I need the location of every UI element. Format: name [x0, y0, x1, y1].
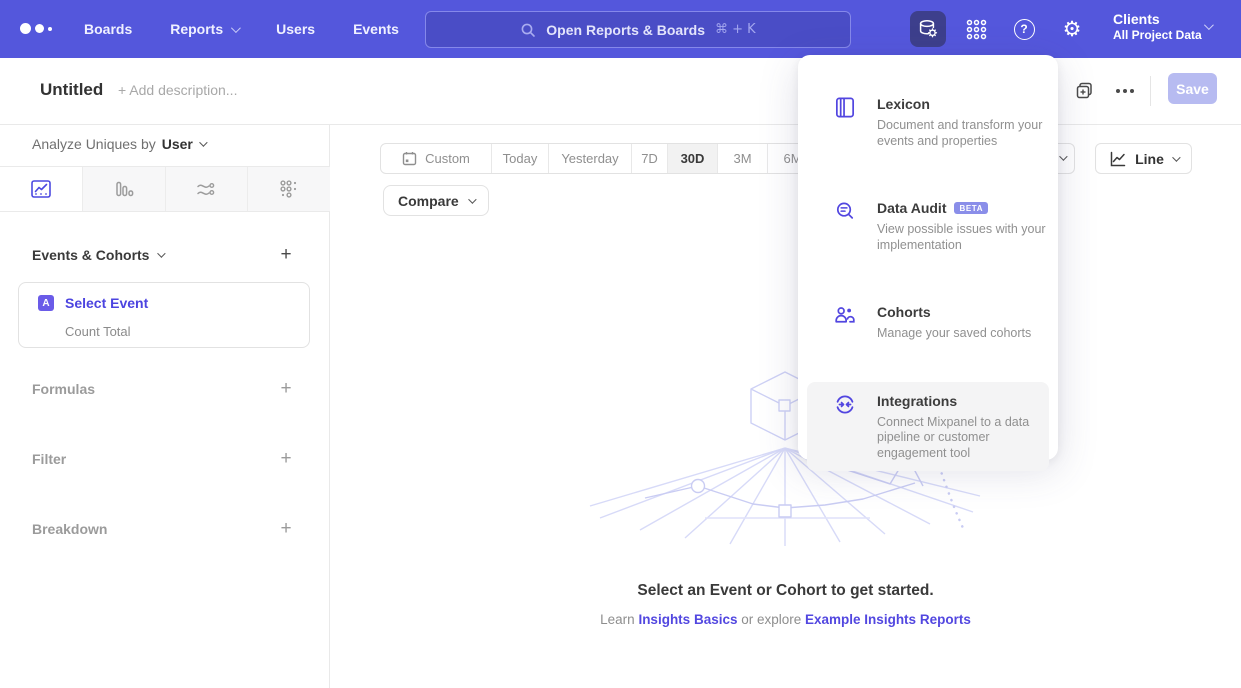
more-options-button[interactable]: [1110, 78, 1140, 104]
analyze-entity-dropdown[interactable]: User: [162, 136, 205, 152]
calendar-icon: [402, 151, 417, 166]
chevron-down-icon: [231, 23, 241, 33]
insights-basics-link[interactable]: Insights Basics: [638, 612, 737, 627]
search-icon: [520, 22, 536, 38]
events-cohorts-header[interactable]: Events & Cohorts: [32, 247, 163, 263]
analyze-uniques-row: Analyze Uniques by User: [32, 136, 205, 152]
report-title[interactable]: Untitled: [40, 80, 103, 100]
chevron-down-icon: [1059, 152, 1067, 160]
menu-item-data-audit[interactable]: Data AuditBETA View possible issues with…: [807, 189, 1049, 263]
cohorts-people-icon: [833, 303, 857, 327]
settings-button[interactable]: [1054, 11, 1090, 47]
menu-item-description: Connect Mixpanel to a data pipeline or c…: [877, 415, 1055, 462]
menu-item-title: Data Audit: [877, 200, 946, 216]
chart-style-dropdown[interactable]: Line: [1095, 143, 1192, 174]
duplicate-report-button[interactable]: [1072, 78, 1098, 104]
bar-chart-icon: [113, 178, 135, 200]
analyze-label: Analyze Uniques by: [32, 136, 156, 152]
apps-grid-button[interactable]: [958, 11, 994, 47]
add-event-button[interactable]: [276, 245, 296, 265]
add-formula-button[interactable]: [276, 379, 296, 399]
search-input[interactable]: Open Reports & Boards ⌘ + K: [425, 11, 851, 48]
date-range-picker: Custom Today Yesterday 7D 30D 3M 6M: [380, 143, 818, 174]
more-options-icon: [1116, 89, 1120, 93]
line-chart-style-icon: [1109, 150, 1127, 168]
data-management-button[interactable]: [910, 11, 946, 47]
chevron-down-icon: [199, 138, 207, 146]
header-divider: [1150, 76, 1151, 106]
data-management-menu: Lexicon Document and transform your even…: [798, 55, 1058, 460]
duplicate-icon: [1075, 81, 1095, 101]
tab-metrics[interactable]: [248, 167, 330, 211]
menu-item-description: Manage your saved cohorts: [877, 326, 1055, 342]
compare-dropdown[interactable]: Compare: [383, 185, 489, 216]
menu-item-description: Document and transform your events and p…: [877, 118, 1055, 149]
menu-item-lexicon[interactable]: Lexicon Document and transform your even…: [807, 85, 1049, 159]
menu-item-title: Integrations: [877, 393, 957, 409]
tab-bar-chart[interactable]: [83, 167, 166, 211]
lexicon-book-icon: [833, 95, 857, 119]
mixpanel-logo-icon[interactable]: [20, 23, 52, 34]
add-breakdown-button[interactable]: [276, 519, 296, 539]
flow-chart-icon: [195, 178, 217, 200]
menu-item-title: Cohorts: [877, 304, 931, 320]
range-7d[interactable]: 7D: [631, 144, 667, 173]
help-icon: [1014, 19, 1035, 40]
settings-gear-icon: [1063, 19, 1082, 40]
search-shortcut: ⌘ + K: [715, 22, 756, 37]
report-description-placeholder[interactable]: + Add description...: [118, 82, 237, 98]
range-3m[interactable]: 3M: [717, 144, 767, 173]
org-name: Clients: [1113, 11, 1202, 28]
nav-item-boards[interactable]: Boards: [84, 21, 132, 37]
chevron-down-icon: [158, 249, 166, 257]
beta-badge: BETA: [954, 202, 988, 214]
chart-type-tabs: [0, 166, 330, 212]
data-management-icon: [917, 18, 939, 40]
help-button[interactable]: [1006, 11, 1042, 47]
tab-line-chart[interactable]: [0, 167, 83, 211]
range-yesterday[interactable]: Yesterday: [548, 144, 631, 173]
event-select-label[interactable]: Select Event: [65, 295, 148, 311]
data-audit-icon: [833, 199, 857, 223]
integrations-sync-icon: [833, 392, 857, 416]
query-sidebar: Analyze Uniques by User: [0, 125, 330, 688]
line-chart-icon: [30, 178, 52, 200]
menu-item-description: View possible issues with your implement…: [877, 222, 1055, 253]
project-switcher[interactable]: Clients All Project Data: [1113, 11, 1202, 43]
tab-flow-chart[interactable]: [166, 167, 249, 211]
nav-item-users[interactable]: Users: [276, 21, 315, 37]
example-reports-link[interactable]: Example Insights Reports: [805, 612, 971, 627]
empty-state-title: Select an Event or Cohort to get started…: [330, 582, 1241, 600]
empty-state-middle: or explore: [737, 612, 805, 627]
menu-item-title: Lexicon: [877, 96, 930, 112]
empty-state-prefix: Learn: [600, 612, 638, 627]
nav-item-events[interactable]: Events: [353, 21, 399, 37]
chevron-down-icon: [468, 195, 476, 203]
top-nav: Boards Reports Users Events Open Reports…: [0, 0, 1241, 58]
project-name: All Project Data: [1113, 28, 1202, 43]
event-count-type[interactable]: Count Total: [65, 324, 131, 339]
menu-item-cohorts[interactable]: Cohorts Manage your saved cohorts: [807, 293, 1049, 352]
range-30d[interactable]: 30D: [667, 144, 717, 173]
search-placeholder: Open Reports & Boards: [546, 22, 705, 38]
range-today[interactable]: Today: [491, 144, 548, 173]
chevron-down-icon: [1172, 153, 1180, 161]
event-badge: A: [38, 295, 54, 311]
event-card[interactable]: A Select Event Count Total: [18, 282, 310, 348]
filter-section-label: Filter: [32, 451, 66, 467]
primary-nav: Boards Reports Users Events: [84, 0, 399, 58]
add-filter-button[interactable]: [276, 449, 296, 469]
formulas-section-label: Formulas: [32, 381, 95, 397]
apps-grid-icon: [966, 19, 987, 40]
menu-item-integrations[interactable]: Integrations Connect Mixpanel to a data …: [807, 382, 1049, 472]
save-button[interactable]: Save: [1168, 73, 1217, 104]
nav-item-reports[interactable]: Reports: [170, 21, 238, 37]
range-custom[interactable]: Custom: [381, 144, 491, 173]
breakdown-section-label: Breakdown: [32, 521, 107, 537]
chevron-down-icon: [1204, 20, 1214, 30]
metrics-grid-icon: [278, 178, 300, 200]
empty-state-links: Learn Insights Basics or explore Example…: [330, 612, 1241, 627]
